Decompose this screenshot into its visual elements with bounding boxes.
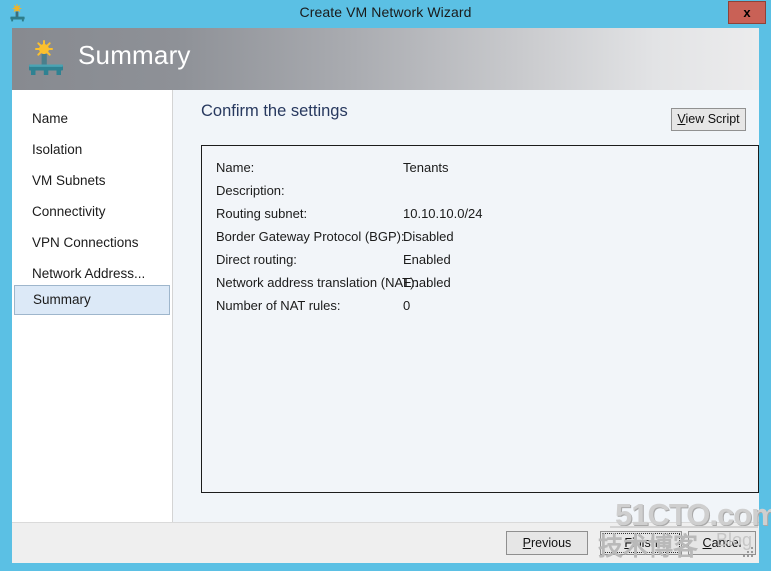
resize-grip[interactable]	[741, 546, 755, 560]
setting-row-nat: Network address translation (NAT):Enable…	[216, 275, 451, 297]
content-heading: Confirm the settings	[201, 102, 348, 120]
setting-value: 0	[403, 298, 411, 313]
settings-summary-panel: Name: Tenants Description: Routing subnet…	[201, 145, 759, 493]
page-title: Summary	[78, 40, 191, 70]
setting-value: Enabled	[403, 275, 451, 290]
sidebar-item-summary[interactable]: Summary	[14, 285, 170, 315]
sidebar-item-vpn-connections[interactable]: VPN Connections	[14, 228, 170, 258]
create-vm-network-wizard-window: Create VM Network Wizard x Summary Name …	[0, 0, 771, 571]
wizard-body: Name Isolation VM Subnets Connectivity V…	[12, 90, 759, 522]
setting-label: Network address translation (NAT):	[216, 275, 419, 290]
setting-label: Direct routing:	[216, 252, 297, 267]
setting-label: Number of NAT rules:	[216, 298, 341, 313]
vm-network-summary-icon	[26, 40, 66, 80]
setting-row-name: Name: Tenants	[216, 160, 449, 182]
wizard-footer: Previous Finish Cancel	[12, 522, 759, 563]
wizard-sidebar: Name Isolation VM Subnets Connectivity V…	[12, 90, 173, 522]
sidebar-item-vm-subnets[interactable]: VM Subnets	[14, 166, 170, 196]
setting-row-description: Description:	[216, 183, 403, 205]
setting-row-nat-rules: Number of NAT rules: 0	[216, 298, 410, 320]
setting-label: Border Gateway Protocol (BGP):	[216, 229, 405, 244]
setting-row-routing-subnet: Routing subnet: 10.10.10.0/24	[216, 206, 483, 228]
setting-value: Tenants	[403, 160, 449, 175]
window-title: Create VM Network Wizard	[299, 4, 472, 20]
title-bar: Create VM Network Wizard x	[0, 0, 771, 27]
setting-value: Enabled	[403, 252, 451, 267]
view-script-button[interactable]: View Script	[671, 108, 746, 131]
sidebar-item-connectivity[interactable]: Connectivity	[14, 197, 170, 227]
sidebar-item-isolation[interactable]: Isolation	[14, 135, 170, 165]
wizard-content: Confirm the settings View Script Name: Te…	[173, 90, 759, 522]
setting-row-direct-routing: Direct routing: Enabled	[216, 252, 451, 274]
setting-label: Routing subnet:	[216, 206, 308, 221]
setting-row-bgp: Border Gateway Protocol (BGP):Disabled	[216, 229, 454, 251]
setting-value: 10.10.10.0/24	[403, 206, 483, 221]
setting-label: Description:	[216, 183, 285, 198]
previous-button[interactable]: Previous	[506, 531, 588, 555]
sidebar-item-name[interactable]: Name	[14, 104, 170, 134]
setting-value: Disabled	[403, 229, 454, 244]
close-icon[interactable]: x	[728, 1, 766, 24]
setting-label: Name:	[216, 160, 255, 175]
finish-button[interactable]: Finish	[600, 531, 682, 555]
wizard-banner: Summary	[12, 28, 759, 90]
